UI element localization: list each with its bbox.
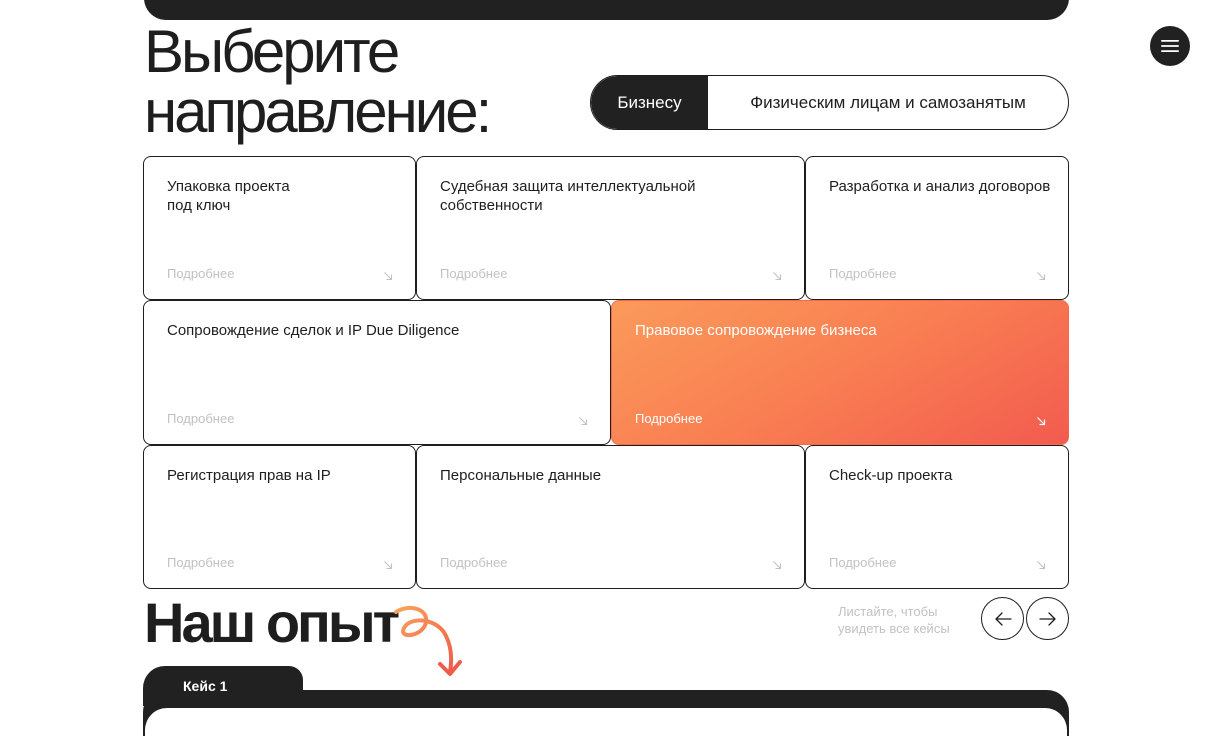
menu-button[interactable]: [1150, 26, 1190, 66]
service-card-ip-litigation[interactable]: Судебная защита интеллектуальной собстве…: [416, 156, 805, 300]
scroll-hint: Листайте, чтобы увидеть все кейсы: [838, 604, 950, 636]
service-card-ip-registration[interactable]: Регистрация прав на IP Подробнее: [143, 445, 416, 589]
service-card-contracts[interactable]: Разработка и анализ договоров Подробнее: [805, 156, 1069, 300]
service-card-title: Разработка и анализ договоров: [829, 178, 1051, 195]
service-card-title: Судебная защита интеллектуальной собстве…: [440, 178, 696, 214]
service-card-business-support[interactable]: Правовое сопровождение бизнеса Подробнее: [611, 300, 1069, 445]
toggle-individuals[interactable]: Физическим лицам и самозанятым: [708, 76, 1068, 129]
service-card-more-link[interactable]: Подробнее: [167, 411, 234, 426]
service-card-personal-data[interactable]: Персональные данные Подробнее: [416, 445, 805, 589]
case-card: Кейс 1: [143, 666, 1069, 736]
service-card-more-link[interactable]: Подробнее: [440, 266, 507, 281]
service-card-title: Check-up проекта: [829, 467, 953, 484]
service-card-more-link[interactable]: Подробнее: [167, 555, 234, 570]
arrow-down-right-icon: [773, 272, 782, 281]
toggle-business[interactable]: Бизнесу: [591, 76, 708, 129]
service-card-due-diligence[interactable]: Сопровождение сделок и IP Due Diligence …: [143, 300, 611, 445]
service-card-title: Регистрация прав на IP: [167, 467, 331, 484]
service-card-checkup[interactable]: Check-up проекта Подробнее: [805, 445, 1069, 589]
service-card-title: Сопровождение сделок и IP Due Diligence: [167, 322, 460, 339]
service-card-more-link[interactable]: Подробнее: [440, 555, 507, 570]
arrow-down-right-icon: [773, 561, 782, 570]
arrow-right-icon: [1038, 611, 1056, 626]
service-card-more-link[interactable]: Подробнее: [829, 555, 896, 570]
service-card-title: Персональные данные: [440, 467, 602, 484]
prev-case-button[interactable]: [981, 597, 1024, 640]
menu-icon: [1161, 40, 1179, 52]
arrow-down-right-icon: [384, 272, 393, 281]
service-card-project-packaging[interactable]: Упаковка проекта под ключ Подробнее: [143, 156, 416, 300]
service-card-title: Упаковка проекта под ключ: [167, 178, 290, 214]
service-card-more-link[interactable]: Подробнее: [829, 266, 896, 281]
service-card-title: Правовое сопровождение бизнеса: [635, 322, 877, 339]
next-case-button[interactable]: [1026, 597, 1069, 640]
case-body: [145, 708, 1067, 736]
experience-title: Наш опыт: [144, 591, 400, 654]
service-card-more-link[interactable]: Подробнее: [635, 411, 702, 426]
arrow-left-icon: [994, 611, 1012, 626]
arrow-down-right-icon: [579, 417, 588, 426]
page-title: Выберите направление:: [144, 22, 492, 145]
arrow-down-right-icon: [1037, 561, 1046, 570]
arrow-down-right-icon: [1037, 272, 1046, 281]
arrow-down-right-icon: [384, 561, 393, 570]
page-title-line2: направление:: [144, 78, 492, 145]
page-title-line1: Выберите: [144, 18, 400, 85]
case-tab-label: Кейс 1: [183, 678, 228, 694]
audience-toggle: Бизнесу Физическим лицам и самозанятым: [590, 75, 1069, 130]
arrow-down-right-icon: [1037, 417, 1046, 426]
top-bar: [144, 0, 1069, 20]
service-card-more-link[interactable]: Подробнее: [167, 266, 234, 281]
